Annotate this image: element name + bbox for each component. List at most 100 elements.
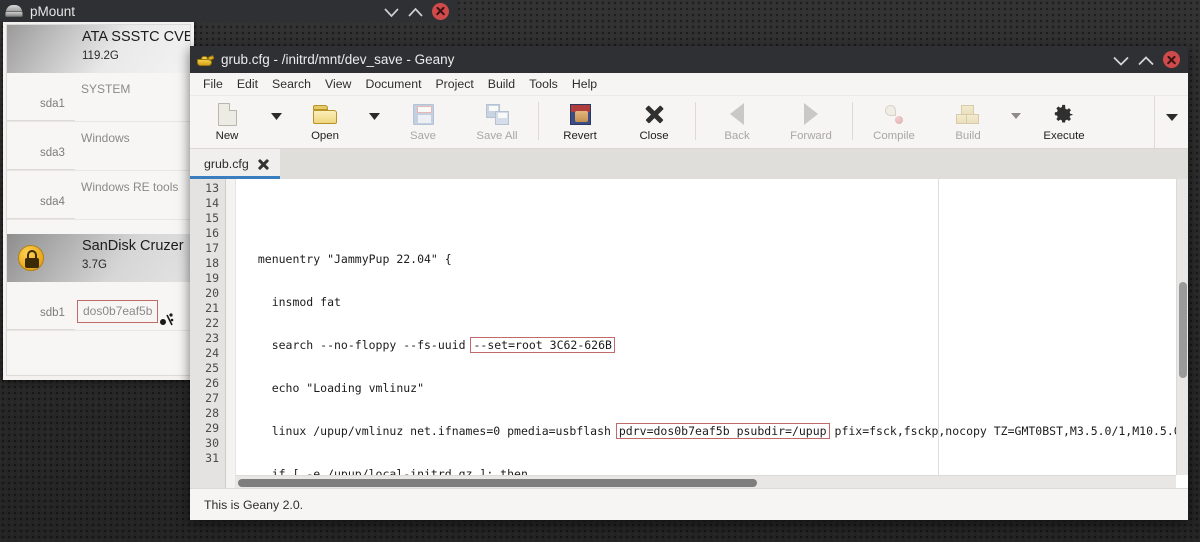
list-item[interactable]: sda4 Windows RE tools: [7, 171, 190, 220]
code-text[interactable]: menuentry "JammyPup 22.04" { insmod fat …: [236, 179, 1188, 488]
toolbar-overflow-button[interactable]: [1154, 96, 1188, 148]
line-number: 18: [205, 256, 219, 270]
menu-search[interactable]: Search: [265, 75, 318, 93]
menubar: File Edit Search View Document Project B…: [190, 73, 1188, 96]
minimize-icon[interactable]: [1113, 55, 1129, 66]
line-number: 23: [205, 331, 219, 345]
disk-header-sda[interactable]: ATA SSSTC CVB-8D128- 119.2G: [7, 25, 190, 73]
execute-button[interactable]: Execute: [1027, 96, 1101, 148]
open-dropdown-arrow[interactable]: [362, 96, 386, 148]
code-line: search --no-floppy --fs-uuid --set=root …: [244, 337, 1188, 353]
line-number-gutter: 13 14 15 16 17 18 19 20 21 22 23 24 25 2…: [190, 179, 226, 488]
code-line: insmod fat: [244, 295, 341, 309]
toolbar-label: Revert: [563, 130, 597, 142]
open-folder-icon: [313, 101, 337, 127]
line-number: 19: [205, 271, 219, 285]
menu-project[interactable]: Project: [428, 75, 480, 93]
list-spacer: [7, 220, 190, 234]
pmount-titlebar[interactable]: pMount: [0, 0, 458, 22]
revert-button[interactable]: Revert: [543, 96, 617, 148]
partition-label-highlighted: dos0b7eaf5b: [77, 300, 159, 323]
save-disk-icon: [412, 101, 434, 127]
menu-file[interactable]: File: [196, 75, 230, 93]
toolbar-label: New: [215, 130, 239, 142]
toolbar-label: Compile: [873, 130, 915, 142]
save-button[interactable]: Save: [386, 96, 460, 148]
toolbar-label: Execute: [1043, 130, 1085, 142]
revert-icon: [569, 101, 591, 127]
save-all-icon: [485, 101, 509, 127]
disk-header-sdb[interactable]: SanDisk Cruzer 3.7G: [7, 234, 190, 282]
forward-button[interactable]: Forward: [774, 96, 848, 148]
toolbar-separator: [695, 102, 696, 140]
maximize-icon[interactable]: [1138, 55, 1154, 66]
geany-window: grub.cfg - /initrd/mnt/dev_save - Geany …: [190, 46, 1188, 520]
compile-icon: [883, 101, 905, 127]
maximize-icon[interactable]: [408, 7, 423, 17]
pmount-window-buttons: [384, 2, 458, 20]
back-button[interactable]: Back: [700, 96, 774, 148]
menu-help[interactable]: Help: [565, 75, 604, 93]
disk-name: ATA SSSTC CVB-8D128-: [82, 29, 190, 45]
build-button[interactable]: Build: [931, 96, 1005, 148]
vertical-scrollbar-thumb[interactable]: [1179, 282, 1187, 378]
code-view[interactable]: menuentry "JammyPup 22.04" { insmod fat …: [236, 179, 1188, 488]
vertical-scrollbar[interactable]: [1176, 179, 1188, 475]
divider: [7, 120, 75, 121]
partition-label: Windows: [81, 131, 130, 145]
new-file-icon: [217, 101, 237, 127]
geany-lamp-icon: [196, 51, 215, 69]
horizontal-scrollbar[interactable]: [236, 475, 1176, 488]
code-line: linux /upup/vmlinuz net.ifnames=0 pmedia…: [244, 423, 1181, 439]
list-item[interactable]: sda1 SYSTEM: [7, 73, 190, 122]
list-item[interactable]: sda3 Windows: [7, 122, 190, 171]
new-dropdown-arrow[interactable]: [264, 96, 288, 148]
toolbar-label: Build: [955, 130, 981, 142]
lock-icon: [18, 245, 44, 271]
pmount-title: pMount: [30, 3, 76, 19]
menu-tools[interactable]: Tools: [522, 75, 565, 93]
toolbar: New Open Save Save All Revert Close Back…: [190, 96, 1188, 149]
menu-build[interactable]: Build: [481, 75, 522, 93]
geany-titlebar[interactable]: grub.cfg - /initrd/mnt/dev_save - Geany: [190, 46, 1188, 73]
close-button[interactable]: Close: [617, 96, 691, 148]
tab-label: grub.cfg: [204, 157, 249, 171]
code-line: echo "Loading vmlinuz": [244, 381, 425, 395]
new-button[interactable]: New: [190, 96, 264, 148]
divider: [7, 169, 75, 170]
code-folding-column[interactable]: [226, 179, 236, 488]
partition-device: sda3: [40, 147, 65, 159]
open-button[interactable]: Open: [288, 96, 362, 148]
line-number: 27: [205, 391, 219, 405]
horizontal-scrollbar-thumb[interactable]: [238, 479, 757, 487]
line-number: 31: [205, 451, 219, 465]
arrow-left-icon: [730, 101, 744, 127]
line-number: 15: [205, 211, 219, 225]
partition-label: SYSTEM: [81, 82, 131, 96]
minimize-icon[interactable]: [384, 7, 399, 17]
line-number: 22: [205, 316, 219, 330]
close-icon[interactable]: [1163, 51, 1180, 68]
editor-area: 13 14 15 16 17 18 19 20 21 22 23 24 25 2…: [190, 179, 1188, 488]
menu-edit[interactable]: Edit: [230, 75, 265, 93]
close-icon[interactable]: [432, 2, 449, 20]
list-spacer: [7, 331, 190, 373]
line-number: 21: [205, 301, 219, 315]
divider: [7, 218, 75, 219]
status-message: This is Geany 2.0.: [204, 497, 304, 512]
compile-button[interactable]: Compile: [857, 96, 931, 148]
close-icon[interactable]: [257, 158, 270, 171]
build-bricks-icon: [956, 101, 980, 127]
line-number: 25: [205, 361, 219, 375]
menu-view[interactable]: View: [318, 75, 358, 93]
disk-size: 119.2G: [82, 50, 119, 62]
mouse-cursor-icon: [159, 312, 175, 328]
tab-grub-cfg[interactable]: grub.cfg: [190, 149, 280, 179]
line-number: 29: [205, 421, 219, 435]
menu-document[interactable]: Document: [358, 75, 428, 93]
highlight-pdrv-psubdir: pdrv=dos0b7eaf5b psubdir=/upup: [615, 423, 830, 439]
toolbar-label: Save: [410, 130, 436, 142]
build-dropdown-arrow[interactable]: [1005, 96, 1027, 148]
toolbar-label: Forward: [790, 130, 832, 142]
save-all-button[interactable]: Save All: [460, 96, 534, 148]
